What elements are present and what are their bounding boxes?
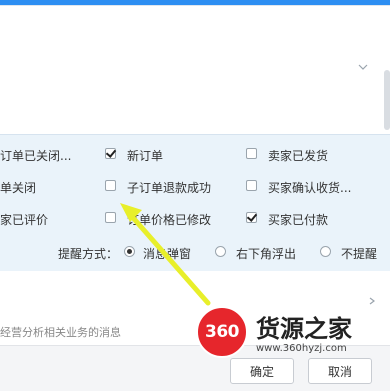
chevron-down-icon[interactable]: [358, 62, 368, 72]
new-order-label: 新订单: [127, 149, 164, 163]
seller-shipped-checkbox[interactable]: [246, 148, 257, 159]
option-order-closed-2-label: 单关闭: [0, 181, 37, 195]
notification-row-3: 家已评价 订单价格已修改 买家已付款: [0, 209, 390, 229]
reminder-none-label: 不提醒: [341, 247, 378, 261]
confirm-button[interactable]: 确定: [230, 358, 294, 384]
reminder-corner-label: 右下角浮出: [236, 247, 297, 261]
buyer-paid-checkbox[interactable]: [246, 212, 257, 223]
option-rated-label: 家已评价: [0, 213, 49, 227]
buyer-confirmed-checkbox[interactable]: [246, 180, 257, 191]
price-modified-checkbox[interactable]: [105, 212, 116, 223]
section-description: 经营分析相关业务的消息: [0, 326, 121, 339]
notification-row-1: 订单已关闭... 新订单 卖家已发货: [0, 145, 390, 165]
new-order-checkbox[interactable]: [105, 148, 116, 159]
option-order-closed-label: 订单已关闭...: [0, 149, 72, 163]
watermark-logo: 360: [196, 306, 248, 358]
watermark-text: 货源之家: [256, 315, 352, 343]
watermark-url: www.360hyzj.com: [256, 343, 347, 354]
chevron-right-icon[interactable]: [368, 297, 376, 305]
reminder-row: 提醒方式： 消息弹窗 右下角浮出 不提醒: [0, 243, 390, 263]
reminder-popup-label: 消息弹窗: [143, 247, 192, 261]
seller-shipped-label: 卖家已发货: [268, 149, 329, 163]
cancel-button[interactable]: 取消: [308, 358, 372, 384]
panel-header: [0, 6, 390, 134]
buyer-confirmed-label: 买家确认收货...: [268, 181, 352, 195]
notification-row-2: 单关闭 子订单退款成功 买家确认收货...: [0, 177, 390, 197]
buyer-paid-label: 买家已付款: [268, 213, 329, 227]
reminder-popup-radio[interactable]: [124, 246, 135, 257]
suborder-refund-label: 子订单退款成功: [127, 181, 212, 195]
scrollbar[interactable]: [384, 70, 390, 130]
reminder-none-radio[interactable]: [320, 246, 331, 257]
reminder-corner-radio[interactable]: [215, 246, 226, 257]
reminder-label: 提醒方式：: [58, 247, 119, 261]
price-modified-label: 订单价格已修改: [127, 213, 212, 227]
suborder-refund-checkbox[interactable]: [105, 180, 116, 191]
